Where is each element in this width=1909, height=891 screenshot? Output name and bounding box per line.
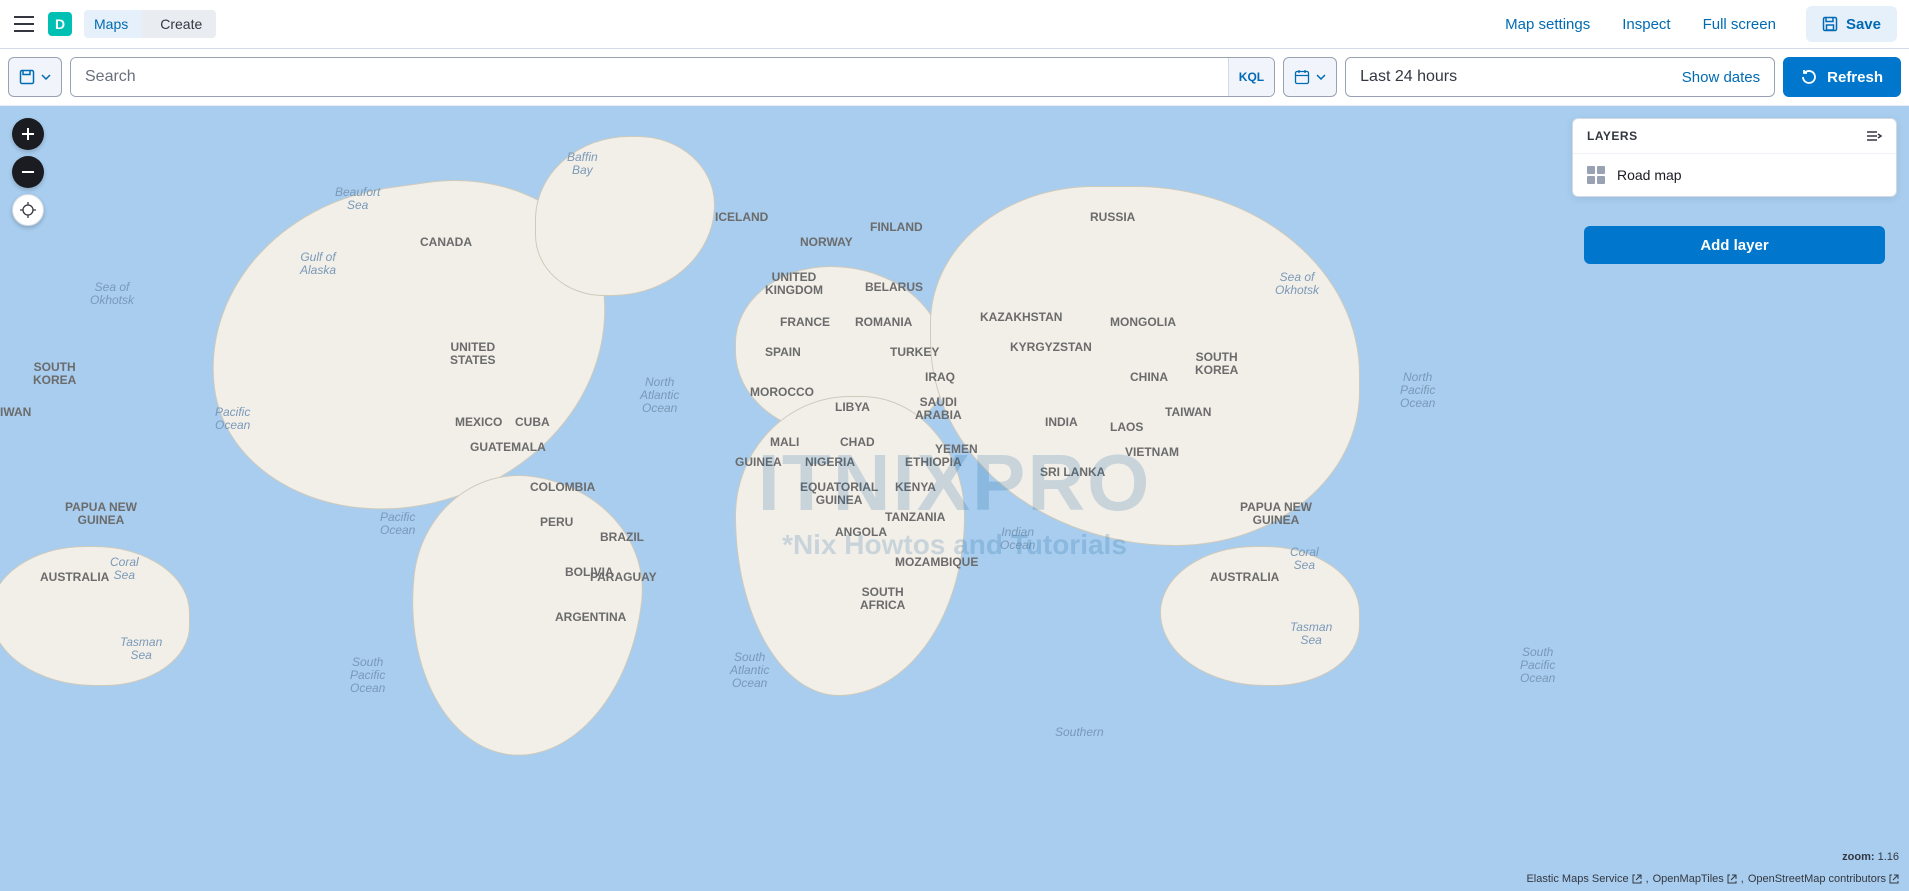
attribution-link[interactable]: Elastic Maps Service bbox=[1526, 873, 1641, 885]
save-icon bbox=[1822, 16, 1838, 32]
map-attribution: Elastic Maps Service , OpenMapTiles , Op… bbox=[1526, 873, 1899, 885]
country-label: ICELAND bbox=[715, 211, 768, 224]
zoom-controls bbox=[12, 118, 44, 226]
landmass bbox=[735, 396, 965, 696]
chevron-down-icon bbox=[41, 74, 51, 80]
plus-icon bbox=[22, 128, 34, 140]
grid-icon bbox=[1587, 166, 1605, 184]
layer-item-roadmap[interactable]: Road map bbox=[1573, 154, 1896, 196]
nav-menu-button[interactable] bbox=[12, 12, 36, 36]
sea-label: SouthPacificOcean bbox=[350, 656, 385, 696]
space-avatar[interactable]: D bbox=[48, 12, 72, 36]
add-layer-button[interactable]: Add layer bbox=[1584, 226, 1885, 264]
minus-icon bbox=[22, 166, 34, 178]
fit-to-data-button[interactable] bbox=[12, 194, 44, 226]
hamburger-icon bbox=[14, 16, 34, 32]
search-wrapper: KQL bbox=[70, 57, 1275, 97]
landmass bbox=[0, 546, 190, 686]
sea-label: NorthAtlanticOcean bbox=[640, 376, 679, 416]
layers-title: LAYERS bbox=[1587, 129, 1638, 143]
country-label: PAPUA NEWGUINEA bbox=[65, 501, 137, 527]
layer-label: Road map bbox=[1617, 167, 1682, 183]
breadcrumb: Maps Create bbox=[84, 10, 216, 38]
external-link-icon bbox=[1632, 874, 1642, 884]
breadcrumb-create: Create bbox=[142, 10, 216, 38]
show-dates-link[interactable]: Show dates bbox=[1682, 69, 1760, 86]
external-link-icon bbox=[1727, 874, 1737, 884]
zoom-in-button[interactable] bbox=[12, 118, 44, 150]
landmass bbox=[930, 186, 1360, 546]
sea-label: NorthPacificOcean bbox=[1400, 371, 1435, 411]
search-input[interactable] bbox=[71, 58, 1228, 96]
refresh-button[interactable]: Refresh bbox=[1783, 57, 1901, 97]
attribution-link[interactable]: OpenMapTiles bbox=[1653, 873, 1737, 885]
save-button[interactable]: Save bbox=[1806, 6, 1897, 42]
collapse-icon bbox=[1866, 130, 1882, 142]
country-label: IWAN bbox=[0, 406, 31, 419]
country-label: SOUTHKOREA bbox=[33, 361, 76, 387]
refresh-label: Refresh bbox=[1827, 69, 1883, 86]
collapse-panel-button[interactable] bbox=[1866, 130, 1882, 142]
date-range-value: Last 24 hours bbox=[1360, 68, 1457, 86]
save-label: Save bbox=[1846, 16, 1881, 33]
full-screen-link[interactable]: Full screen bbox=[1693, 10, 1786, 39]
map-settings-link[interactable]: Map settings bbox=[1495, 10, 1600, 39]
query-bar: KQL Last 24 hours Show dates Refresh bbox=[0, 49, 1909, 106]
app-header: D Maps Create Map settings Inspect Full … bbox=[0, 0, 1909, 49]
kql-toggle[interactable]: KQL bbox=[1228, 58, 1274, 96]
date-quick-select[interactable] bbox=[1283, 57, 1337, 97]
chevron-down-icon bbox=[1316, 74, 1326, 80]
attribution-link[interactable]: OpenStreetMap contributors bbox=[1748, 873, 1899, 885]
save-icon bbox=[19, 69, 35, 85]
sea-label: IndianOcean bbox=[1000, 526, 1035, 552]
sea-label: PacificOcean bbox=[380, 511, 415, 537]
zoom-value: 1.16 bbox=[1878, 851, 1899, 863]
saved-queries-button[interactable] bbox=[8, 57, 62, 97]
zoom-readout: zoom: 1.16 bbox=[1842, 851, 1899, 863]
landmass bbox=[535, 136, 715, 296]
sea-label: Sea ofOkhotsk bbox=[90, 281, 134, 307]
sea-label: Southern bbox=[1055, 726, 1104, 739]
date-range-input[interactable]: Last 24 hours Show dates bbox=[1345, 57, 1775, 97]
map-canvas[interactable]: BaffinBayBeaufortSeaSea ofOkhotskGulf of… bbox=[0, 106, 1909, 891]
zoom-out-button[interactable] bbox=[12, 156, 44, 188]
country-label: NORWAY bbox=[800, 236, 853, 249]
sea-label: SouthAtlanticOcean bbox=[730, 651, 769, 691]
calendar-icon bbox=[1294, 69, 1310, 85]
breadcrumb-maps[interactable]: Maps bbox=[84, 10, 142, 38]
country-label: FINLAND bbox=[870, 221, 923, 234]
refresh-icon bbox=[1801, 69, 1817, 85]
crosshair-icon bbox=[20, 202, 36, 218]
sea-label: SouthPacificOcean bbox=[1520, 646, 1555, 686]
inspect-link[interactable]: Inspect bbox=[1612, 10, 1680, 39]
zoom-label: zoom: bbox=[1842, 851, 1874, 863]
layers-panel: LAYERS Road map bbox=[1572, 118, 1897, 197]
external-link-icon bbox=[1889, 874, 1899, 884]
landmass bbox=[1160, 546, 1360, 686]
landmass bbox=[396, 465, 654, 768]
